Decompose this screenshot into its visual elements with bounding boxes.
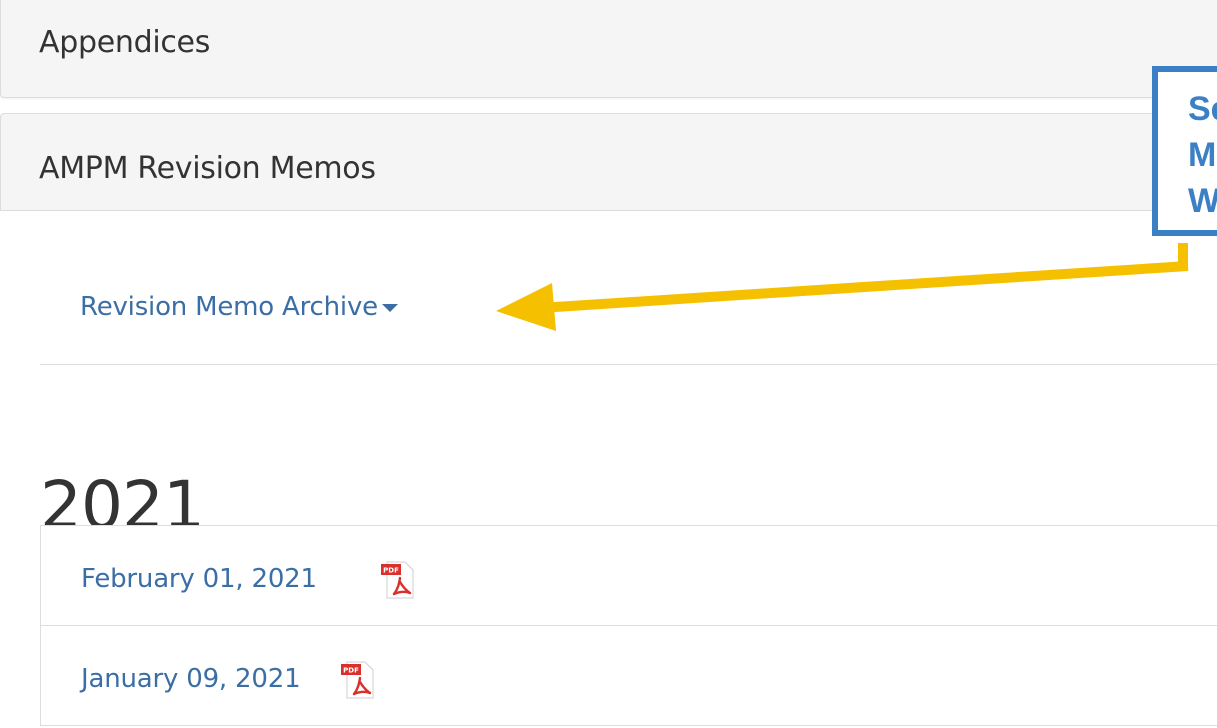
panel-appendices[interactable]: Appendices — [0, 0, 1217, 98]
list-item: February 01, 2021 PDF — [40, 525, 1217, 625]
callout-text: Select t Memo Wish to — [1188, 86, 1217, 224]
instruction-callout: Select t Memo Wish to — [1152, 66, 1217, 236]
panel-title-appendices: Appendices — [39, 25, 211, 60]
callout-line-2: Memo — [1188, 136, 1217, 174]
memo-link-jan-09-2021[interactable]: January 09, 2021 — [81, 664, 301, 694]
divider — [40, 364, 1217, 365]
panel-ampm-revision-memos[interactable]: AMPM Revision Memos — [0, 113, 1217, 211]
callout-line-1: Select t — [1188, 90, 1217, 128]
svg-text:PDF: PDF — [383, 567, 399, 575]
pdf-icon[interactable]: PDF — [381, 558, 417, 602]
memo-link-feb-01-2021[interactable]: February 01, 2021 — [81, 564, 317, 594]
pdf-icon[interactable]: PDF — [341, 658, 377, 702]
svg-text:PDF: PDF — [343, 667, 359, 675]
archive-link-label: Revision Memo Archive — [80, 292, 378, 322]
panel-title-ampm-revision-memos: AMPM Revision Memos — [39, 151, 376, 186]
callout-line-3: Wish to — [1188, 182, 1217, 220]
caret-down-icon — [381, 303, 398, 312]
list-item: January 09, 2021 PDF — [40, 625, 1217, 726]
revision-memo-archive-dropdown[interactable]: Revision Memo Archive — [80, 292, 398, 322]
memo-list: February 01, 2021 PDF January 09, 2021 P… — [40, 525, 1217, 726]
